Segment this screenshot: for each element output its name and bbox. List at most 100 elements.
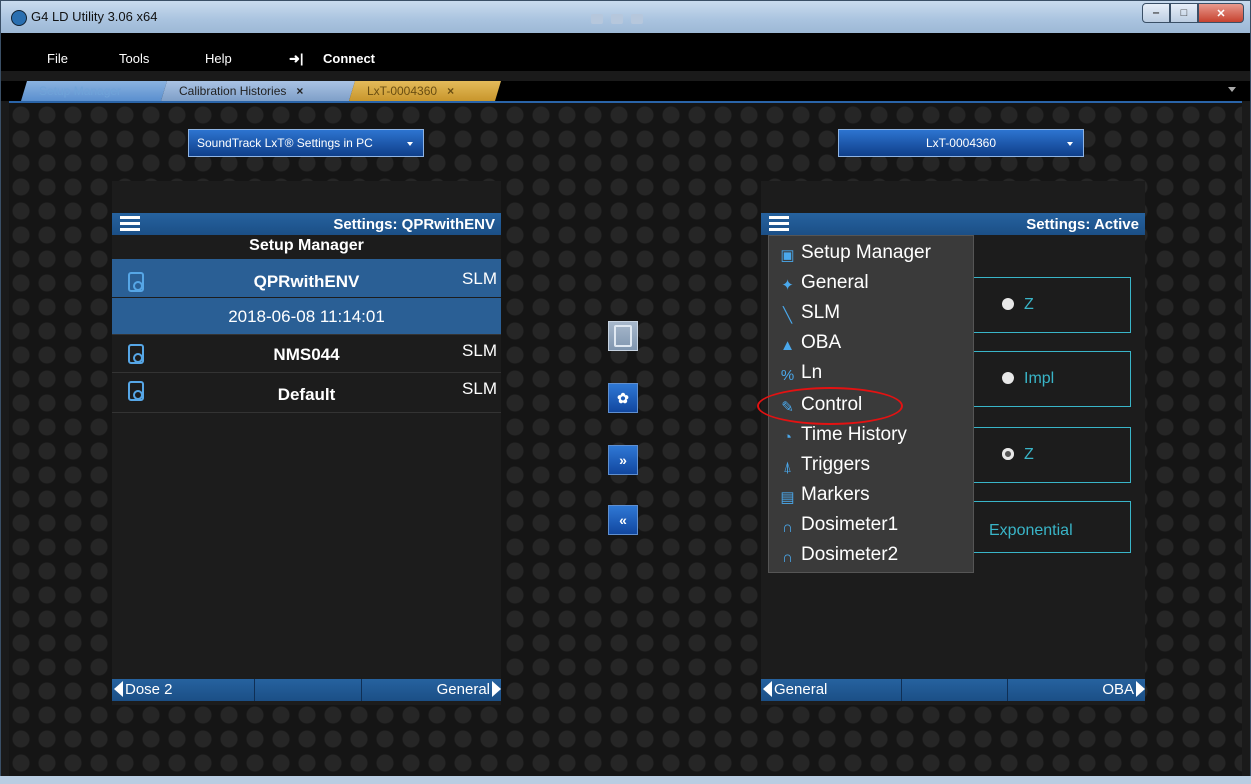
menu-item-triggers[interactable]: ⍋ Triggers bbox=[779, 454, 870, 476]
menu-item-ln[interactable]: % Ln bbox=[779, 362, 822, 384]
option-label: Impl bbox=[1024, 370, 1055, 387]
menu-item-label: Markers bbox=[801, 484, 870, 505]
tab-bar: Setup Manager Calibration Histories × LxT… bbox=[1, 81, 1250, 101]
menu-file[interactable]: File bbox=[47, 51, 68, 66]
source-dropdown[interactable]: SoundTrack LxT® Settings in PC bbox=[188, 129, 424, 157]
maximize-button[interactable]: □ bbox=[1170, 3, 1198, 23]
footer-next-label: General bbox=[436, 681, 490, 698]
menu-connect[interactable]: Connect bbox=[323, 51, 375, 66]
app-icon bbox=[11, 10, 27, 26]
menu-item-label: Time History bbox=[801, 424, 907, 445]
percent-icon: % bbox=[780, 367, 795, 384]
headphones-icon: ∩ bbox=[782, 549, 793, 566]
quick-access-toolbar bbox=[591, 11, 671, 24]
window-title: G4 LD Utility 3.06 x64 bbox=[31, 9, 158, 24]
option-label: Z bbox=[1024, 296, 1034, 313]
radio-icon bbox=[1002, 298, 1014, 310]
right-panel-title: Settings: Active bbox=[1026, 216, 1139, 233]
general-icon: ✦ bbox=[781, 277, 794, 294]
app-window: G4 LD Utility 3.06 x64 ‒ □ ✕ File Tools … bbox=[0, 0, 1251, 784]
menu-item-label: Dosimeter2 bbox=[801, 544, 899, 565]
trigger-icon: ⍋ bbox=[782, 459, 792, 476]
setup-type: SLM bbox=[462, 379, 497, 398]
headphones-icon: ∩ bbox=[782, 519, 793, 536]
option-label: Z bbox=[1024, 446, 1034, 463]
menu-item-label: Dosimeter1 bbox=[801, 514, 899, 535]
menu-item-dosimeter1[interactable]: ∩ Dosimeter1 bbox=[779, 514, 898, 536]
option-box[interactable]: Z bbox=[973, 427, 1131, 483]
menu-item-markers[interactable]: ▤ Markers bbox=[779, 484, 870, 506]
menu-item-label: Triggers bbox=[801, 454, 870, 475]
chevron-down-icon bbox=[1067, 142, 1073, 146]
menu-help[interactable]: Help bbox=[205, 51, 232, 66]
redo-icon[interactable] bbox=[631, 14, 643, 24]
right-panel-footer: General OBA bbox=[761, 679, 1145, 701]
option-box[interactable]: Impl bbox=[973, 351, 1131, 407]
tab-overflow-arrow-icon[interactable] bbox=[1228, 87, 1236, 92]
tab-label: Setup Manager bbox=[39, 84, 122, 98]
tab-calibration-histories[interactable]: Calibration Histories × bbox=[161, 81, 355, 101]
option-radio[interactable]: Impl bbox=[1002, 370, 1054, 388]
tab-setup-manager[interactable]: Setup Manager bbox=[21, 81, 167, 101]
footer-prev-label: Dose 2 bbox=[125, 681, 173, 698]
device-dropdown-label: LxT-0004360 bbox=[925, 136, 997, 150]
left-settings-panel: Settings: QPRwithENV Setup Manager QPRwi… bbox=[112, 181, 501, 705]
taskbar-edge bbox=[0, 776, 1251, 784]
footer-next-button[interactable]: General bbox=[437, 681, 501, 698]
setup-name: Default bbox=[277, 385, 336, 404]
stopwatch-icon: ◔ bbox=[782, 429, 793, 446]
footer-prev-button[interactable]: Dose 2 bbox=[114, 681, 173, 698]
menu-item-label: Ln bbox=[801, 362, 823, 383]
radio-icon bbox=[1002, 372, 1014, 384]
settings-button[interactable]: ✿ bbox=[608, 383, 638, 413]
tab-lxt-0004360[interactable]: LxT-0004360 × bbox=[349, 81, 501, 101]
triangle-right-icon bbox=[1136, 681, 1145, 697]
highlight-circle-annotation bbox=[757, 387, 903, 425]
right-panel-header: Settings: Active bbox=[761, 213, 1145, 235]
footer-next-button[interactable]: OBA bbox=[1102, 681, 1145, 698]
send-to-device-button[interactable]: » bbox=[608, 445, 638, 475]
marker-icon: ▤ bbox=[780, 489, 795, 506]
setup-name: QPRwithENV bbox=[253, 272, 360, 291]
menu-item-oba[interactable]: ▲ OBA bbox=[779, 332, 841, 354]
gear-icon: ✿ bbox=[617, 389, 629, 406]
menu-tools[interactable]: Tools bbox=[119, 51, 149, 66]
setup-row-selected[interactable]: QPRwithENV SLM 2018-06-08 11:14:01 bbox=[112, 259, 501, 335]
option-radio[interactable]: Z bbox=[1002, 446, 1034, 464]
minimize-button[interactable]: ‒ bbox=[1142, 3, 1170, 23]
hamburger-menu-icon[interactable] bbox=[769, 216, 789, 232]
hamburger-menu-icon[interactable] bbox=[120, 216, 140, 232]
menu-item-label: OBA bbox=[801, 332, 842, 353]
option-box[interactable]: Exponential bbox=[973, 501, 1131, 553]
undo-icon[interactable] bbox=[611, 14, 623, 24]
left-panel-title: Settings: QPRwithENV bbox=[333, 216, 495, 233]
setup-name: NMS044 bbox=[273, 345, 340, 364]
store-setup-button[interactable] bbox=[608, 321, 638, 351]
menu-item-time-history[interactable]: ◔ Time History bbox=[779, 424, 907, 446]
receive-from-device-button[interactable]: « bbox=[608, 505, 638, 535]
menu-item-label: General bbox=[801, 272, 869, 293]
device-dropdown[interactable]: LxT-0004360 bbox=[838, 129, 1084, 157]
footer-next-label: OBA bbox=[1102, 681, 1134, 698]
menu-item-setup-manager[interactable]: ▣ Setup Manager bbox=[779, 242, 931, 264]
title-bar: G4 LD Utility 3.06 x64 ‒ □ ✕ bbox=[1, 1, 1250, 33]
setup-row[interactable]: NMS044 SLM bbox=[112, 335, 501, 373]
close-button[interactable]: ✕ bbox=[1198, 3, 1244, 23]
setup-file-icon: ▣ bbox=[780, 247, 795, 264]
menu-item-slm[interactable]: ╲ SLM bbox=[779, 302, 840, 324]
option-box[interactable]: Z bbox=[973, 277, 1131, 333]
left-panel-footer: Dose 2 General bbox=[112, 679, 501, 701]
setup-row[interactable]: Default SLM bbox=[112, 373, 501, 413]
tab-label: LxT-0004360 bbox=[367, 84, 438, 98]
menu-item-general[interactable]: ✦ General bbox=[779, 272, 869, 294]
left-panel-header: Settings: QPRwithENV bbox=[112, 213, 501, 235]
footer-prev-button[interactable]: General bbox=[763, 681, 827, 698]
option-radio[interactable]: Z bbox=[1002, 296, 1034, 314]
menu-item-dosimeter2[interactable]: ∩ Dosimeter2 bbox=[779, 544, 898, 566]
window-controls: ‒ □ ✕ bbox=[1142, 3, 1244, 23]
tab-close-icon[interactable]: × bbox=[447, 84, 454, 98]
tab-label: Calibration Histories bbox=[179, 84, 287, 98]
save-icon[interactable] bbox=[591, 14, 603, 24]
tab-close-icon[interactable]: × bbox=[296, 84, 303, 98]
double-chevron-right-icon: » bbox=[619, 452, 627, 468]
